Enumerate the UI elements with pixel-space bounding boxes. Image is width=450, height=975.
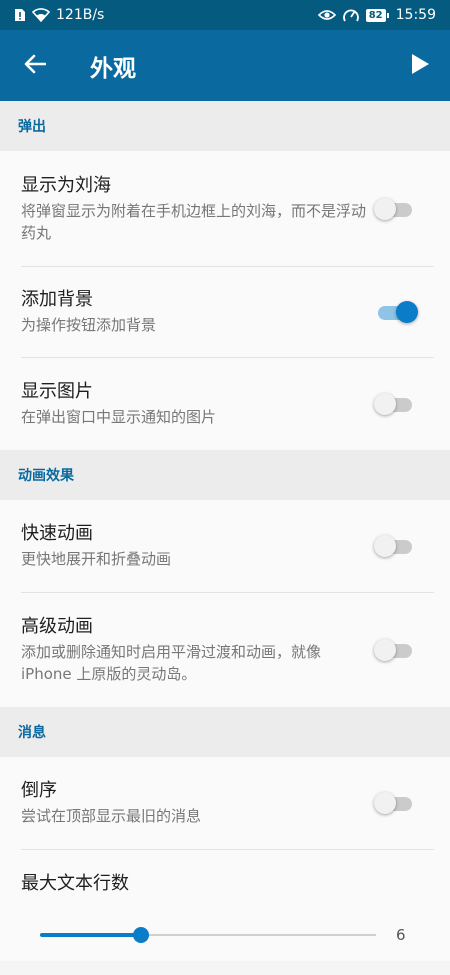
setting-subtitle: 尝试在顶部显示最旧的消息 — [21, 807, 202, 825]
clock: 15:59 — [395, 7, 436, 23]
setting-title: 高级动画 — [21, 615, 93, 637]
toggle-switch[interactable] — [374, 535, 416, 557]
toggle-switch[interactable] — [374, 197, 416, 220]
setting-title: 最大文本行数 — [21, 873, 129, 894]
slider-handle[interactable] — [132, 927, 149, 943]
app-bar: 外观 — [0, 30, 450, 101]
setting-max-text-lines: 最大文本行数 6 — [0, 849, 450, 961]
toggle-switch[interactable] — [374, 392, 416, 415]
setting-show-as-notch[interactable]: 显示为刘海 将弹窗显示为附着在手机边框上的刘海，而不是浮动药丸 — [0, 151, 450, 266]
toggle-switch[interactable] — [374, 300, 418, 323]
wifi-icon — [32, 8, 50, 22]
network-speed: 121B/s — [56, 7, 105, 23]
settings-list: 弹出 显示为刘海 将弹窗显示为附着在手机边框上的刘海，而不是浮动药丸 添加背景 … — [0, 101, 450, 961]
back-button[interactable] — [0, 30, 70, 101]
setting-title: 显示图片 — [21, 380, 93, 402]
setting-title: 显示为刘海 — [21, 174, 111, 196]
setting-advanced-animation[interactable]: 高级动画 添加或删除通知时启用平滑过渡和动画，就像 iPhone 上原版的灵动岛… — [0, 592, 450, 707]
preview-button[interactable] — [390, 30, 450, 101]
section-header-popup: 弹出 — [0, 101, 450, 151]
page-title: 外观 — [90, 55, 136, 82]
setting-subtitle: 为操作按钮添加背景 — [21, 315, 157, 334]
setting-subtitle: 将弹窗显示为附着在手机边框上的刘海，而不是浮动药丸 — [21, 201, 367, 242]
max-lines-slider[interactable] — [40, 925, 376, 945]
setting-show-image[interactable]: 显示图片 在弹出窗口中显示通知的图片 — [0, 357, 450, 450]
setting-reverse-order[interactable]: 倒序 尝试在顶部显示最旧的消息 — [0, 757, 450, 849]
section-header-animation: 动画效果 — [0, 450, 450, 500]
toggle-switch[interactable] — [374, 638, 416, 661]
setting-add-background[interactable]: 添加背景 为操作按钮添加背景 — [0, 266, 450, 357]
slider-fill — [40, 933, 141, 937]
status-bar: 121B/s 82 15:59 — [0, 0, 450, 30]
setting-subtitle: 添加或删除通知时启用平滑过渡和动画，就像 iPhone 上原版的灵动岛。 — [21, 642, 322, 683]
speedometer-icon — [342, 7, 360, 23]
setting-subtitle: 更快地展开和折叠动画 — [21, 550, 172, 568]
battery-indicator: 82 — [365, 8, 389, 22]
setting-title: 添加背景 — [21, 288, 93, 310]
setting-title: 快速动画 — [21, 523, 93, 544]
arrow-left-icon — [24, 54, 47, 78]
slider-value: 6 — [396, 926, 406, 944]
setting-fast-animation[interactable]: 快速动画 更快地展开和折叠动画 — [0, 500, 450, 592]
eye-icon — [317, 9, 336, 21]
section-header-messages: 消息 — [0, 707, 450, 757]
toggle-switch[interactable] — [374, 792, 416, 814]
sim-alert-icon — [14, 8, 26, 22]
setting-subtitle: 在弹出窗口中显示通知的图片 — [21, 407, 217, 426]
play-icon — [410, 53, 430, 79]
setting-title: 倒序 — [21, 780, 57, 801]
